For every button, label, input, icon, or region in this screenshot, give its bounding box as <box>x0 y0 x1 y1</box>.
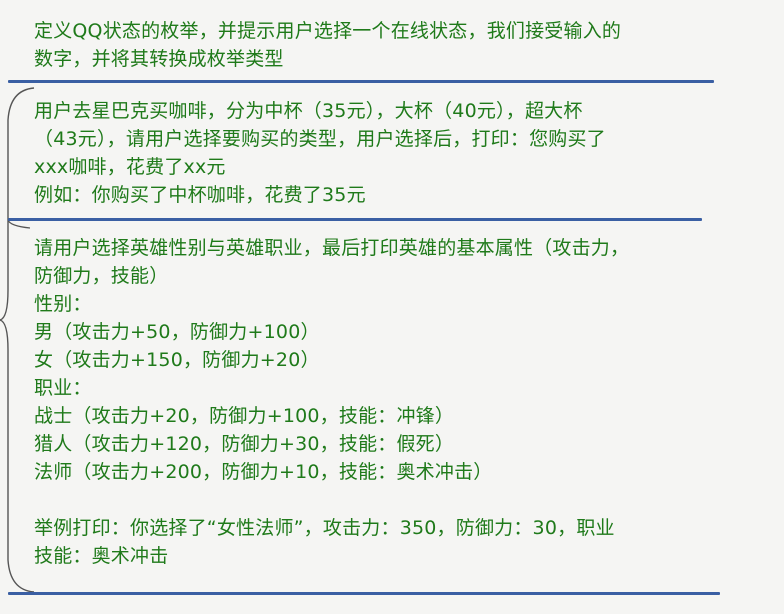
text-line: 用户去星巴克买咖啡，分为中杯（35元），大杯（40元），超大杯 <box>34 100 583 122</box>
text-line: 法师（攻击力+200，防御力+10，技能：奥术冲击） <box>34 461 493 483</box>
mind-map-page: 定义QQ状态的枚举，并提示用户选择一个在线状态，我们接受输入的 数字，并将其转换… <box>0 0 784 614</box>
text-line: 数字，并将其转换成枚举类型 <box>34 48 284 70</box>
text-line: 技能：奥术冲击 <box>34 545 169 567</box>
divider-2 <box>8 218 702 221</box>
bracket-mid-top <box>7 219 31 229</box>
text-line: 女（攻击力+150，防御力+20） <box>34 349 320 371</box>
task-block-enum: 定义QQ状态的枚举，并提示用户选择一个在线状态，我们接受输入的 数字，并将其转换… <box>34 17 734 73</box>
text-line: 定义QQ状态的枚举，并提示用户选择一个在线状态，我们接受输入的 <box>34 20 622 42</box>
text-line: 猎人（攻击力+120，防御力+30，技能：假死） <box>34 433 455 455</box>
text-line: 战士（攻击力+20，防御力+100，技能：冲锋） <box>34 405 455 427</box>
text-line: （43元），请用户选择要购买的类型，用户选择后，打印：您购买了 <box>34 128 606 150</box>
bracket-curve <box>0 87 35 593</box>
divider-3 <box>8 592 720 595</box>
text-line: 防御力，技能） <box>34 265 169 287</box>
text-line: xxx咖啡，花费了xx元 <box>34 156 226 178</box>
text-line: 男（攻击力+50，防御力+100） <box>34 321 320 343</box>
divider-1 <box>8 80 714 83</box>
text-line: 举例打印：你选择了“女性法师”，攻击力：350，防御力：30，职业 <box>34 517 615 539</box>
text-line: 请用户选择英雄性别与英雄职业，最后打印英雄的基本属性（攻击力， <box>34 237 630 259</box>
text-line: 性别： <box>34 293 92 315</box>
task-block-hero: 请用户选择英雄性别与英雄职业，最后打印英雄的基本属性（攻击力， 防御力，技能） … <box>34 234 734 570</box>
task-block-starbucks: 用户去星巴克买咖啡，分为中杯（35元），大杯（40元），超大杯 （43元），请用… <box>34 97 734 209</box>
text-line: 职业： <box>34 377 92 399</box>
text-line: 例如：你购买了中杯咖啡，花费了35元 <box>34 184 366 206</box>
